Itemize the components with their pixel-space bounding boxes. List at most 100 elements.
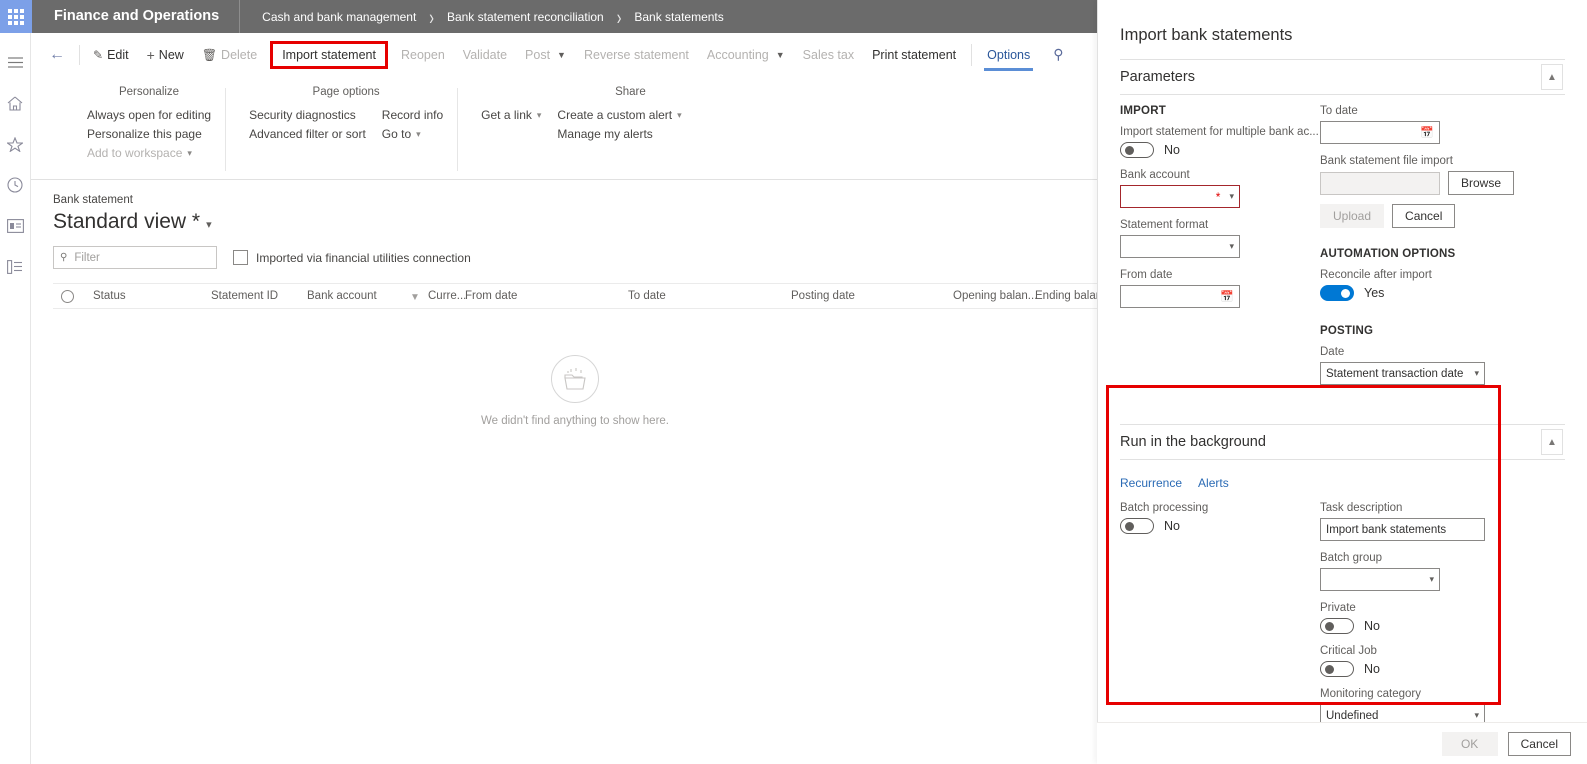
multiple-bank-accounts-toggle[interactable] [1120,142,1154,158]
reopen-label: Reopen [401,48,445,62]
task-description-input[interactable]: Import bank statements [1320,518,1485,541]
field-label: Batch processing [1120,502,1320,514]
tab-recurrence[interactable]: Recurrence [1120,476,1182,490]
import-statement-button[interactable]: Import statement [270,41,388,69]
option-personalize-this-page[interactable]: Personalize this page [87,127,211,141]
chevron-down-icon[interactable]: ▾ [1474,710,1479,721]
option-add-to-workspace[interactable]: Add to workspace ▾ [87,146,211,160]
edit-button[interactable]: ✎ Edit [84,42,138,68]
field-from-date: From date 📅 [1120,269,1320,308]
column-header-from-date[interactable]: From date [465,290,517,302]
private-toggle[interactable] [1320,618,1354,634]
hamburger-icon[interactable] [0,45,31,79]
app-launcher-icon[interactable] [0,0,32,33]
imported-via-fuc-checkbox-wrapper[interactable]: Imported via financial utilities connect… [233,250,471,265]
option-label: Personalize this page [87,127,202,141]
delete-label: Delete [221,48,257,62]
column-header-opening-balance[interactable]: Opening balan... [953,290,1037,302]
filter-input-wrapper[interactable]: ⚲ [53,246,217,269]
parameters-section-header[interactable]: Parameters ▲ [1120,60,1565,94]
field-label: From date [1120,269,1320,281]
clock-icon[interactable] [0,168,31,202]
breadcrumb-item-2[interactable]: Bank statements [634,10,723,24]
toolbar-divider [971,44,972,66]
field-label: Critical Job [1320,645,1550,657]
chevron-down-icon: ▾ [537,110,542,121]
new-label: New [159,48,184,62]
file-import-input[interactable] [1320,172,1440,195]
tab-alerts[interactable]: Alerts [1198,476,1229,490]
from-date-input[interactable]: 📅 [1120,285,1240,308]
run-in-background-section: Run in the background ▲ Recurrence Alert… [1120,424,1565,760]
trash-icon: 🗑 [202,48,217,62]
column-header-currency[interactable]: Curre... [428,290,466,302]
column-header-bank-account[interactable]: Bank account [307,290,377,302]
calendar-icon[interactable]: 📅 [1420,126,1434,139]
filter-row: ⚲ Imported via financial utilities conne… [31,234,1097,269]
critical-job-toggle[interactable] [1320,661,1354,677]
option-get-a-link[interactable]: Get a link ▾ [481,108,541,122]
field-label: To date [1320,105,1550,117]
select-all-radio[interactable] [61,290,74,303]
option-record-info[interactable]: Record info [382,108,443,122]
chevron-down-icon: ▼ [776,50,785,60]
accounting-label: Accounting [707,48,769,62]
search-input[interactable] [72,251,202,265]
search-icon[interactable]: ⚲ [1053,46,1063,63]
option-manage-my-alerts[interactable]: Manage my alerts [557,127,681,141]
posting-date-select[interactable]: Statement transaction date ▾ [1320,362,1485,385]
bank-account-input[interactable]: * ▾ [1120,185,1240,208]
background-section-header[interactable]: Run in the background ▲ [1120,425,1565,459]
options-group-share: Share Get a link ▾ Create a custom alert… [457,86,695,179]
workspace-icon[interactable] [0,209,31,243]
chevron-down-icon[interactable]: ▾ [1229,241,1234,252]
chevron-down-icon: ▾ [416,129,421,140]
field-statement-format: Statement format ▾ [1120,219,1320,258]
star-icon[interactable] [0,127,31,161]
options-group-personalize: Personalize Always open for editing Pers… [31,86,225,179]
chevron-down-icon[interactable]: ▾ [1429,574,1434,585]
back-arrow-icon[interactable]: ← [45,46,77,64]
imported-via-fuc-checkbox[interactable] [233,250,248,265]
column-header-status[interactable]: Status [93,290,126,302]
chevron-up-icon[interactable]: ▲ [1541,429,1563,455]
plus-icon: + [147,47,155,63]
chevron-up-icon[interactable]: ▲ [1541,64,1563,90]
home-icon[interactable] [0,86,31,120]
option-security-diagnostics[interactable]: Security diagnostics [249,108,366,122]
grid-header-row: Status Statement ID Bank account ▼ Curre… [53,283,1097,309]
upload-button: Upload [1320,204,1384,228]
to-date-input[interactable]: 📅 [1320,121,1440,144]
modules-icon[interactable] [0,250,31,284]
new-button[interactable]: + New [138,41,193,69]
batch-processing-toggle[interactable] [1120,518,1154,534]
breadcrumb-item-1[interactable]: Bank statement reconciliation [447,10,604,24]
field-multiple-bank-accounts: Import statement for multiple bank ac...… [1120,126,1320,158]
statement-format-input[interactable]: ▾ [1120,235,1240,258]
batch-group-select[interactable]: ▾ [1320,568,1440,591]
chevron-down-icon[interactable]: ▾ [206,218,212,231]
option-always-open-for-editing[interactable]: Always open for editing [87,108,211,122]
reconcile-after-import-toggle[interactable] [1320,285,1354,301]
group-title: Personalize [87,86,211,98]
option-create-a-custom-alert[interactable]: Create a custom alert ▾ [557,108,681,122]
column-header-to-date[interactable]: To date [628,290,666,302]
tab-options[interactable]: Options [978,42,1039,68]
chevron-down-icon[interactable]: ▾ [1474,368,1479,379]
page-content: Bank statement Standard view * ▾ ⚲ Impor… [31,180,1097,764]
delete-button: 🗑 Delete [193,42,266,68]
chevron-down-icon: ▼ [557,50,566,60]
cancel-upload-button[interactable]: Cancel [1392,204,1455,228]
column-header-statement-id[interactable]: Statement ID [211,290,278,302]
breadcrumb-item-0[interactable]: Cash and bank management [262,10,416,24]
option-go-to[interactable]: Go to ▾ [382,127,443,141]
page-title[interactable]: Standard view * ▾ [31,206,1097,234]
option-advanced-filter-or-sort[interactable]: Advanced filter or sort [249,127,366,141]
print-statement-button[interactable]: Print statement [863,42,965,68]
calendar-icon[interactable]: 📅 [1220,290,1234,303]
chevron-down-icon[interactable]: ▾ [1229,191,1234,202]
cancel-button[interactable]: Cancel [1508,732,1571,756]
column-header-posting-date[interactable]: Posting date [791,290,855,302]
group-title: Page options [249,86,443,98]
browse-button[interactable]: Browse [1448,171,1514,195]
